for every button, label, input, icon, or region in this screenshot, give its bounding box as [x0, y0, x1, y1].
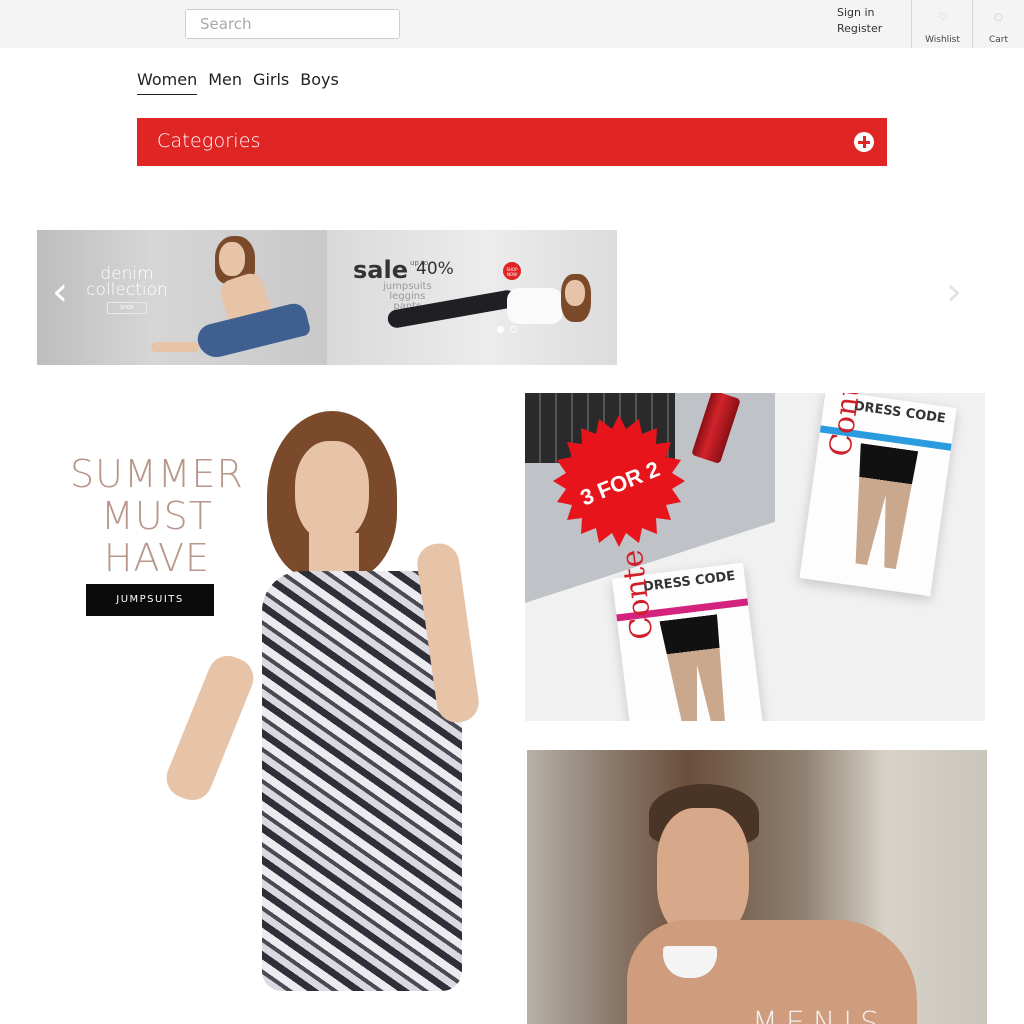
- carousel-dot-1[interactable]: [497, 326, 504, 333]
- chevron-left-icon[interactable]: ‹: [52, 272, 68, 312]
- tights-package-2: DRESS CODE Conte: [611, 548, 767, 721]
- slide-denim-shop-button[interactable]: SHOP: [107, 302, 147, 314]
- summer-model-face: [295, 441, 369, 541]
- summer-line1: SUMMER: [70, 452, 244, 496]
- categories-title: Categories: [157, 130, 261, 152]
- package-2-brand: DRESS CODE: [642, 568, 737, 595]
- model-shirt: [507, 288, 563, 324]
- package-2-conte: Conte: [614, 547, 661, 642]
- model-face-2: [565, 280, 585, 306]
- jumpsuits-button[interactable]: JUMPSUITS: [86, 584, 214, 616]
- cart-icon: ○: [994, 12, 1003, 23]
- sign-in-link[interactable]: Sign in: [837, 5, 882, 21]
- tab-men[interactable]: Men: [208, 70, 242, 95]
- tights-package-1: DRESS CODE Conte: [799, 393, 957, 597]
- carousel-dot-2[interactable]: [510, 326, 517, 333]
- tab-girls[interactable]: Girls: [253, 70, 289, 95]
- slide-denim-line2: collection: [86, 280, 168, 300]
- plus-circle-icon[interactable]: [854, 132, 874, 152]
- summer-line3: HAVE: [103, 536, 211, 580]
- tab-women[interactable]: Women: [137, 70, 198, 95]
- account-links: Sign in Register: [837, 5, 882, 37]
- summer-model-left-arm: [160, 649, 260, 807]
- gender-nav: Women Men Girls Boys: [137, 70, 339, 95]
- summer-line2: MUST: [101, 494, 213, 538]
- man-face: [657, 808, 749, 938]
- search-input[interactable]: [186, 10, 399, 38]
- top-bar: Sign in Register ♡ Wishlist ○ Cart: [0, 0, 1024, 48]
- slide-sale[interactable]: sale up to 40% jumpsuits leggins pants S…: [327, 230, 617, 365]
- cart-button[interactable]: ○ Cart: [972, 0, 1024, 48]
- three-for-two-banner[interactable]: 3 FOR 2 DRESS CODE Conte DRESS CODE Cont…: [525, 393, 985, 721]
- register-link[interactable]: Register: [837, 21, 882, 37]
- hero-carousel[interactable]: denim collection SHOP sale up to 40% jum…: [37, 230, 617, 365]
- wishlist-button[interactable]: ♡ Wishlist: [911, 0, 973, 48]
- slide-denim-collection[interactable]: denim collection SHOP: [37, 230, 327, 365]
- carousel-dots: [497, 326, 517, 333]
- slide-sale-percent: 40%: [416, 259, 454, 279]
- summer-headline: SUMMER MUST HAVE: [67, 453, 247, 579]
- shop-now-badge[interactable]: SHOP NOW: [503, 262, 521, 280]
- slide-sale-word: sale: [353, 256, 408, 284]
- heart-icon: ♡: [938, 12, 947, 23]
- package-1-brand: DRESS CODE: [852, 398, 947, 427]
- package-1-legs: [844, 443, 918, 570]
- summer-banner[interactable]: SUMMER MUST HAVE JUMPSUITS: [37, 393, 507, 1024]
- model-face: [219, 242, 245, 276]
- search-box[interactable]: [185, 9, 400, 39]
- menis-banner[interactable]: MENIS: [527, 750, 987, 1024]
- menis-caption: MENIS: [752, 1006, 888, 1024]
- cart-label: Cart: [988, 35, 1009, 45]
- package-2-legs: [659, 614, 731, 721]
- wishlist-label: Wishlist: [925, 35, 960, 45]
- chevron-right-icon[interactable]: ›: [946, 272, 962, 312]
- promo-badge: 3 FOR 2: [553, 415, 685, 547]
- tab-boys[interactable]: Boys: [300, 70, 339, 95]
- categories-bar[interactable]: Categories: [137, 118, 887, 166]
- model-feet: [151, 342, 199, 352]
